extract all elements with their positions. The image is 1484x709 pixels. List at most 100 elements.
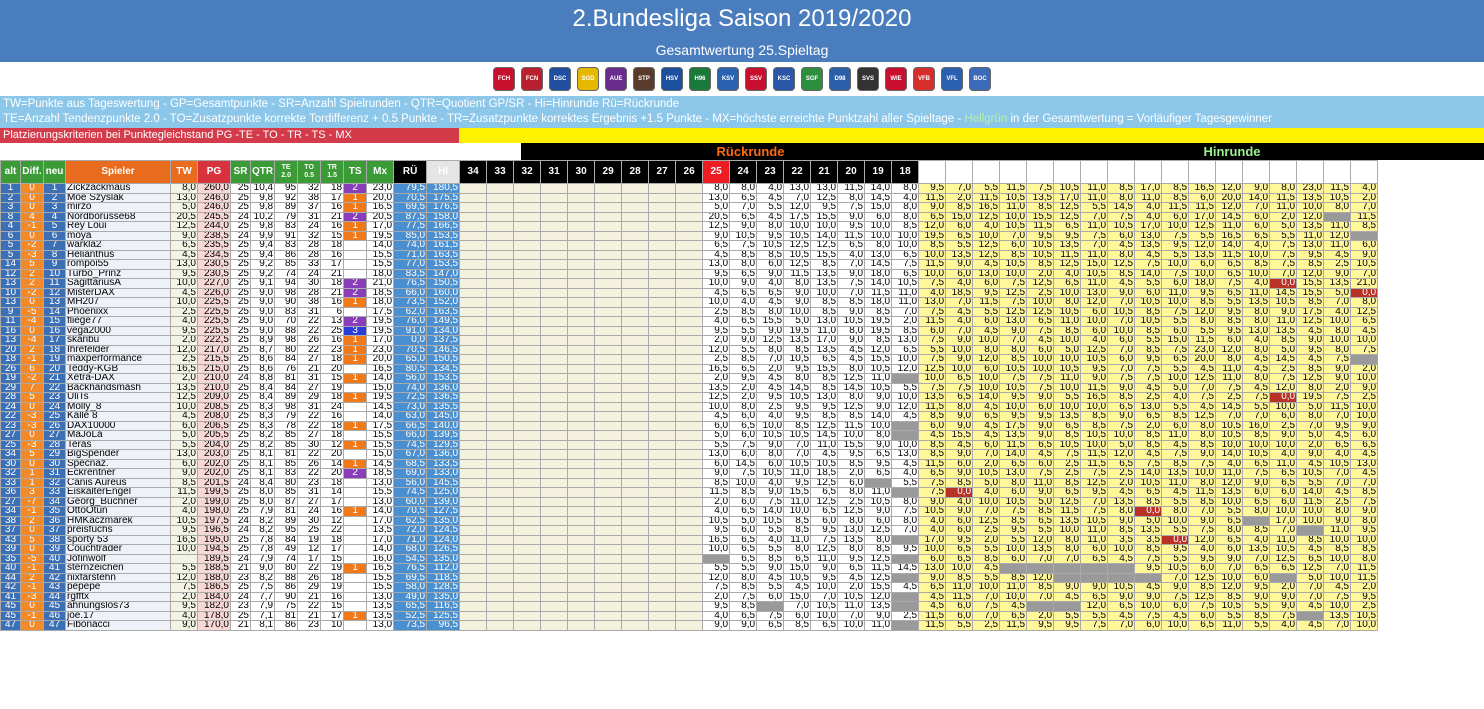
score-cell: 8,0	[1188, 477, 1217, 488]
cell-diff: 2	[20, 515, 44, 526]
score-cell: 4,0	[756, 477, 785, 488]
score-cell: 4,5	[756, 382, 785, 393]
score-cell-empty	[567, 601, 596, 612]
score-cell: 4,5	[1188, 363, 1217, 374]
score-cell-empty	[675, 610, 704, 621]
score-cell-empty	[459, 420, 488, 431]
cell-ts: 2	[343, 468, 368, 479]
cell-tr: 16	[320, 202, 345, 213]
score-cell: 10,5	[1080, 515, 1109, 526]
score-cell: 6,0	[945, 458, 974, 469]
player-name: DAX10000	[65, 420, 171, 431]
score-cell	[1296, 525, 1325, 536]
score-cell: 6,5	[1215, 534, 1244, 545]
score-cell: 11,5	[783, 268, 812, 279]
col-header-hi: HI	[426, 160, 461, 184]
cell-sr: 25	[230, 297, 251, 308]
score-cell: 15,5	[945, 430, 974, 441]
cell-hi: 136,5	[426, 392, 461, 403]
score-cell: 11,0	[1080, 183, 1109, 194]
score-cell: 6,0	[1134, 620, 1163, 631]
cell-ru: 65,0	[393, 354, 428, 365]
score-cell: 18,0	[1188, 278, 1217, 289]
cell-neu: 34	[43, 496, 66, 507]
score-cell: 6,5	[756, 287, 785, 298]
score-cell: 6,0	[918, 325, 947, 336]
score-cell: 12,0	[972, 354, 1001, 365]
score-cell: 13,0	[1134, 230, 1163, 241]
cell-qtr: 8,2	[249, 515, 276, 526]
player-name: Phoenixx	[65, 306, 171, 317]
score-cell-empty	[621, 591, 650, 602]
cell-pg: 201,5	[197, 477, 231, 488]
score-cell: 4,5	[945, 439, 974, 450]
score-cell-empty	[459, 411, 488, 422]
score-cell-empty	[648, 582, 677, 593]
round-header-14: 14	[999, 160, 1028, 184]
cell-mx: 18,0	[366, 268, 395, 279]
score-cell: 13,5	[1053, 411, 1082, 422]
score-cell: 4,5	[1296, 354, 1325, 365]
cell-ru: 73,5	[393, 620, 428, 631]
score-cell-empty	[459, 582, 488, 593]
score-cell: 12,0	[783, 202, 812, 213]
score-cell: 7,5	[1161, 449, 1190, 460]
cell-sr: 24	[230, 230, 251, 241]
score-cell: 2,5	[1350, 392, 1379, 403]
score-cell: 6,0	[1161, 420, 1190, 431]
score-cell: 6,0	[1269, 496, 1298, 507]
cell-neu: 26	[43, 420, 66, 431]
score-cell-empty	[594, 183, 623, 194]
cell-ru: 49,0	[393, 591, 428, 602]
cell-te: 89	[274, 392, 299, 403]
cell-qtr: 8,1	[249, 449, 276, 460]
score-cell: 6,5	[1215, 259, 1244, 270]
score-cell-empty	[621, 392, 650, 403]
cell-to: 22	[297, 420, 322, 431]
club-crest-icon: WIE	[885, 67, 907, 91]
score-cell-empty	[513, 325, 542, 336]
score-cell: 9,5	[810, 401, 839, 412]
score-cell-empty	[486, 183, 515, 194]
score-cell-empty	[486, 515, 515, 526]
cell-mx: 13,0	[366, 477, 395, 488]
score-cell: 11,0	[1080, 221, 1109, 232]
score-cell: 4,0	[1323, 449, 1352, 460]
club-crest-icon: KSV	[717, 67, 739, 91]
score-cell: 4,5	[1026, 335, 1055, 346]
score-cell: 4,5	[1323, 249, 1352, 260]
score-cell: 7,5	[1269, 249, 1298, 260]
score-cell-empty	[513, 316, 542, 327]
score-cell: 11,5	[1296, 496, 1325, 507]
score-cell: 9,5	[837, 449, 866, 460]
score-cell: 13,0	[999, 316, 1028, 327]
score-cell: 6,5	[1269, 468, 1298, 479]
table-row: 39 0 39 Couchtrader 10,0 194,5 25 7,8 49 12 17 14,0…	[0, 544, 1379, 555]
score-cell: 17,5	[1296, 306, 1325, 317]
score-cell-empty	[648, 591, 677, 602]
cell-pg: 208,0	[197, 411, 231, 422]
score-cell-empty	[459, 354, 488, 365]
club-crest-icon: D98	[829, 67, 851, 91]
legend-line-1: TW=Punkte aus Tageswertung - GP=Gesamtpu…	[3, 98, 680, 110]
cell-ru: 68,0	[393, 544, 428, 555]
cell-alt: 25	[0, 439, 21, 450]
score-cell: 13,0	[810, 316, 839, 327]
table-row: 1 0 1 Zickzackmaus 8,0 260,0 25 10,4 95 32 18 2 23,0…	[0, 183, 1379, 194]
cell-tw: 13,0	[170, 192, 198, 203]
cell-ru: 74,5	[393, 439, 428, 450]
score-cell: 6,5	[1080, 553, 1109, 564]
score-cell: 4,5	[1161, 610, 1190, 621]
score-cell: 7,0	[837, 610, 866, 621]
score-cell: 13,0	[837, 525, 866, 536]
score-cell: 9,0	[1242, 591, 1271, 602]
table-row: 4 -1 5 Rey Loui 12,5 244,0 25 9,8 83 24 16 1 17,0 77,…	[0, 221, 1379, 232]
score-cell: 6,0	[1080, 325, 1109, 336]
score-cell: 7,5	[1242, 392, 1271, 403]
score-cell: 4,5	[1350, 449, 1379, 460]
score-cell: 5,0	[1296, 401, 1325, 412]
score-cell-empty	[540, 344, 569, 355]
cell-mx: 15,5	[366, 439, 395, 450]
cell-sr: 25	[230, 183, 251, 194]
cell-pg: 210,0	[197, 373, 231, 384]
